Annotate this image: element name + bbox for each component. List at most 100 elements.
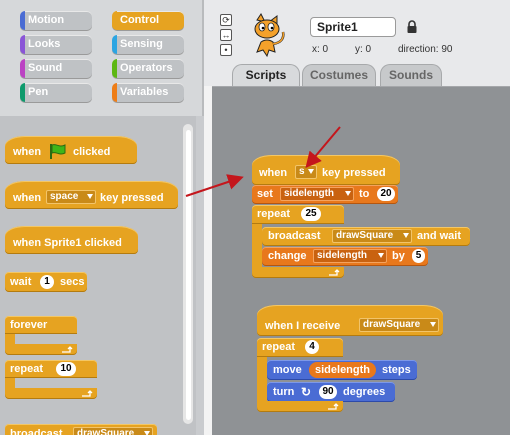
repeat-foot: [252, 267, 344, 278]
message-dropdown[interactable]: drawSquare: [73, 427, 153, 435]
block-text: when I receive: [265, 320, 341, 332]
dropdown-arrow-icon: [378, 253, 384, 258]
direction-text: direction: 90: [398, 44, 453, 55]
set-value-input[interactable]: 20: [377, 187, 395, 201]
category-operators[interactable]: Operators: [112, 59, 184, 78]
tab-scripts[interactable]: Scripts: [232, 64, 300, 86]
block-text: when Sprite1 clicked: [13, 237, 122, 249]
lock-icon[interactable]: [406, 20, 418, 34]
category-label: Sound: [28, 62, 63, 74]
dropdown-value: sidelength: [284, 188, 335, 199]
message-dropdown[interactable]: drawSquare: [332, 229, 412, 243]
category-sensing[interactable]: Sensing: [112, 35, 184, 54]
loop-arrow-icon: [82, 390, 93, 397]
broadcast-and-wait-block[interactable]: broadcast drawSquare and wait: [262, 227, 470, 246]
block-text: secs: [60, 276, 85, 288]
broadcast-block[interactable]: broadcast drawSquare: [5, 424, 157, 435]
variable-dropdown[interactable]: sidelength: [313, 249, 387, 263]
repeat-foot: [257, 401, 343, 412]
category-variables[interactable]: Variables: [112, 83, 184, 102]
category-panel: Motion Control Looks Sensing Sound Opera…: [0, 0, 204, 116]
block-text: to: [359, 188, 370, 200]
palette-scrollbar-thumb[interactable]: [186, 130, 191, 420]
green-flag-icon: [50, 144, 66, 159]
block-text: broadcast: [10, 428, 63, 435]
when-i-receive-hat[interactable]: when I receive drawSquare: [257, 305, 443, 336]
dropdown-value: space: [50, 191, 79, 202]
when-key-pressed-hat[interactable]: when s key pressed: [252, 155, 400, 185]
flip-style-icon[interactable]: ↔: [220, 29, 232, 41]
dropdown-arrow-icon: [308, 169, 314, 174]
repeat-count-input[interactable]: 10: [56, 362, 76, 376]
tab-sounds[interactable]: Sounds: [380, 64, 442, 86]
forever-arm: [5, 334, 15, 344]
pen-swatch: [20, 83, 25, 102]
rotate-style-icon[interactable]: ⟳: [220, 14, 232, 26]
loop-arrow-icon: [329, 269, 340, 276]
dropdown-value: s: [299, 166, 305, 177]
change-value-input[interactable]: 5: [412, 249, 425, 263]
dropdown-arrow-icon: [345, 191, 351, 196]
variable-dropdown[interactable]: sidelength: [280, 187, 354, 201]
category-label: Motion: [28, 14, 65, 26]
turn-right-icon: ↻: [301, 385, 312, 399]
category-label: Sensing: [120, 38, 163, 50]
sidelength-reporter[interactable]: sidelength: [309, 362, 377, 378]
category-label: Control: [120, 14, 160, 26]
block-text: repeat: [257, 208, 291, 220]
block-text: move: [273, 364, 302, 376]
wait-block[interactable]: wait 1 secs: [5, 272, 87, 292]
dropdown-value: drawSquare: [77, 428, 135, 435]
key-dropdown[interactable]: s: [295, 165, 317, 179]
block-text: forever: [10, 319, 48, 331]
block-text: broadcast: [268, 230, 321, 242]
operators-swatch: [112, 59, 117, 78]
change-variable-block[interactable]: change sidelength by 5: [262, 247, 428, 266]
category-looks[interactable]: Looks: [20, 35, 92, 54]
cat-sprite-icon: [254, 13, 285, 58]
block-text: steps: [382, 364, 411, 376]
turn-degrees-input[interactable]: 90: [319, 385, 337, 399]
category-label: Variables: [120, 86, 169, 98]
message-dropdown[interactable]: drawSquare: [359, 318, 439, 332]
block-text: repeat: [10, 363, 44, 375]
set-variable-block[interactable]: set sidelength to 20: [252, 185, 398, 204]
block-text: key pressed: [322, 167, 386, 179]
category-label: Looks: [28, 38, 61, 50]
motion-swatch: [20, 11, 25, 30]
dropdown-arrow-icon: [144, 431, 150, 435]
tab-costumes[interactable]: Costumes: [302, 64, 376, 86]
repeat-block[interactable]: repeat 4: [257, 338, 343, 357]
key-dropdown[interactable]: space: [46, 190, 96, 204]
when-flag-clicked-block[interactable]: when clicked: [5, 136, 137, 164]
block-text: repeat: [262, 341, 296, 353]
block-text: when: [13, 192, 42, 204]
forever-block[interactable]: forever: [5, 316, 77, 334]
when-key-pressed-block[interactable]: when space key pressed: [5, 181, 178, 209]
category-control[interactable]: Control: [112, 11, 184, 30]
move-steps-block[interactable]: move sidelength steps: [267, 360, 417, 380]
turn-degrees-block[interactable]: turn ↻ 90 degrees: [267, 382, 395, 402]
repeat-block[interactable]: repeat 25: [252, 205, 344, 224]
y-position-text: y: 0: [355, 44, 372, 55]
category-motion[interactable]: Motion: [20, 11, 92, 30]
variables-swatch: [112, 83, 117, 102]
category-sound[interactable]: Sound: [20, 59, 92, 78]
block-text: and wait: [417, 230, 462, 242]
sprite-name-field[interactable]: Sprite1: [310, 17, 396, 37]
category-pen[interactable]: Pen: [20, 83, 92, 102]
dropdown-arrow-icon: [430, 322, 436, 327]
block-text: degrees: [343, 386, 386, 398]
repeat-arm: [252, 224, 262, 269]
wait-seconds-input[interactable]: 1: [40, 275, 54, 289]
repeat-block[interactable]: repeat 10: [5, 360, 97, 378]
block-text: when: [259, 167, 288, 179]
repeat-count-input[interactable]: 25: [301, 207, 321, 221]
block-text: wait: [10, 276, 32, 288]
block-text: turn: [273, 386, 295, 398]
x-position-text: x: 0: [312, 44, 329, 55]
no-rotate-icon[interactable]: •: [220, 44, 232, 56]
repeat-count-input[interactable]: 4: [305, 340, 319, 354]
forever-foot: [5, 344, 77, 355]
when-sprite-clicked-block[interactable]: when Sprite1 clicked: [5, 226, 138, 254]
